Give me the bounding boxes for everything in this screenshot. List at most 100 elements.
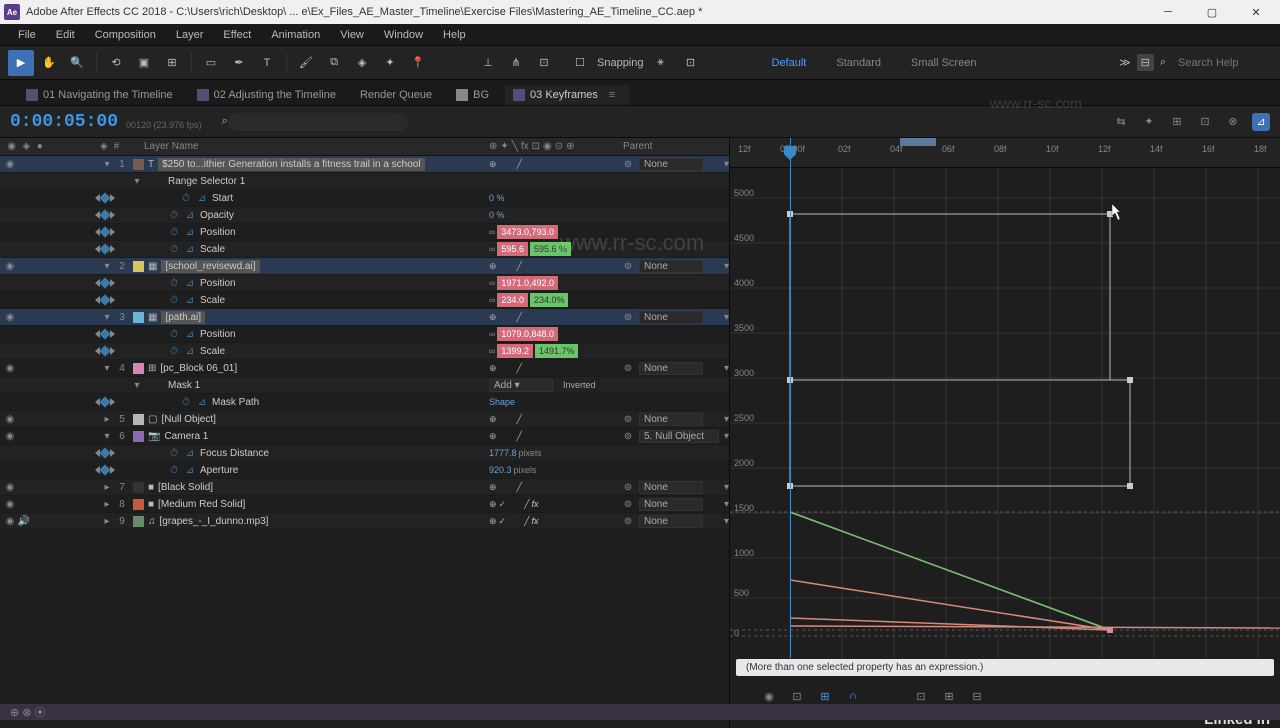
search-help-input[interactable] [1172, 55, 1272, 71]
layer-name-text[interactable]: Position [200, 227, 236, 238]
more-icon[interactable]: ≫ [1119, 56, 1131, 69]
panel-icon[interactable]: ⊟ [1137, 54, 1154, 71]
stopwatch-icon[interactable]: ⏱ [180, 396, 192, 408]
parent-select[interactable]: None [639, 158, 703, 171]
next-keyframe-icon[interactable] [110, 211, 115, 219]
visibility-toggle[interactable]: ◉ [4, 362, 16, 374]
fit-icon[interactable]: ⊡ [912, 687, 930, 705]
timeline-search-input[interactable] [228, 113, 408, 131]
layer-color-swatch[interactable] [133, 482, 144, 493]
next-keyframe-icon[interactable] [110, 279, 115, 287]
graph-toggle-icon[interactable]: ⊿ [184, 294, 196, 306]
puppet-tool[interactable]: 📍 [405, 50, 431, 76]
layer-color-swatch[interactable] [133, 516, 144, 527]
parent-select[interactable]: None [639, 481, 703, 494]
layer-name-header[interactable]: Layer Name [140, 141, 489, 152]
layer-name-text[interactable]: Scale [200, 244, 225, 255]
pickwhip-icon[interactable]: ⊚ [621, 480, 635, 494]
layer-name-text[interactable]: Scale [200, 295, 225, 306]
add-keyframe-icon[interactable] [99, 277, 110, 288]
separate-icon[interactable]: ⊟ [968, 687, 986, 705]
selection-tool[interactable]: ▶ [8, 50, 34, 76]
fit-all-icon[interactable]: ⊞ [940, 687, 958, 705]
next-keyframe-icon[interactable] [110, 228, 115, 236]
auto-zoom-icon[interactable]: ∩ [844, 687, 862, 705]
menu-layer[interactable]: Layer [166, 27, 214, 43]
next-keyframe-icon[interactable] [110, 330, 115, 338]
add-keyframe-icon[interactable] [99, 294, 110, 305]
property-value[interactable]: 0 % [489, 193, 505, 203]
pickwhip-icon[interactable]: ⊚ [621, 429, 635, 443]
graph-canvas[interactable] [730, 168, 1280, 668]
type-tool[interactable]: T [254, 50, 280, 76]
add-keyframe-icon[interactable] [99, 209, 110, 220]
layer-row[interactable]: ◉▾6📷Camera 1⊕╱⊚5. Null Object▾ [0, 428, 729, 445]
layer-row[interactable]: ◉▾4⊞[pc_Block 06_01]⊕╱⊚None▾ [0, 360, 729, 377]
add-keyframe-icon[interactable] [99, 447, 110, 458]
add-keyframe-icon[interactable] [99, 328, 110, 339]
stopwatch-icon[interactable]: ⏱ [180, 192, 192, 204]
layer-color-swatch[interactable] [133, 261, 144, 272]
property-value[interactable]: 234.0% [530, 293, 569, 307]
expand-toggle[interactable]: ▾ [130, 176, 144, 187]
property-row[interactable]: ▾Mask 1Add ▾Inverted [0, 377, 729, 394]
parent-select[interactable]: 5. Null Object [639, 430, 719, 443]
stopwatch-icon[interactable]: ⏱ [168, 447, 180, 459]
property-row[interactable]: ⏱⊿Position∞3473.0,793.0 [0, 224, 729, 241]
layer-name-text[interactable]: Mask Path [212, 397, 259, 408]
menu-composition[interactable]: Composition [85, 27, 166, 43]
close-button[interactable]: ✕ [1244, 3, 1268, 21]
visibility-toggle[interactable]: ◉ [4, 158, 16, 170]
next-keyframe-icon[interactable] [110, 194, 115, 202]
layer-name-text[interactable]: Range Selector 1 [168, 176, 245, 187]
add-keyframe-icon[interactable] [99, 464, 110, 475]
layer-name-text[interactable]: Opacity [200, 210, 234, 221]
property-value[interactable]: 1491.7% [535, 344, 579, 358]
visibility-toggle[interactable]: ◉ [4, 430, 16, 442]
expand-toggle[interactable]: ▾ [100, 312, 114, 323]
pickwhip-icon[interactable]: ⊚ [621, 259, 635, 273]
tab-03-keyframes[interactable]: 03 Keyframes≡ [505, 85, 629, 105]
graph-toggle-icon[interactable]: ⊿ [184, 277, 196, 289]
property-row[interactable]: ⏱⊿Position∞1079.0,848.0 [0, 326, 729, 343]
playhead[interactable] [790, 138, 791, 658]
property-row[interactable]: ⏱⊿Scale∞1399.21491.7% [0, 343, 729, 360]
next-keyframe-icon[interactable] [110, 347, 115, 355]
pickwhip-icon[interactable]: ⊚ [621, 310, 635, 324]
expand-toggle[interactable]: ▾ [130, 380, 144, 391]
layer-color-swatch[interactable] [133, 159, 144, 170]
property-value[interactable]: 595.6 % [530, 242, 571, 256]
rotate-tool[interactable]: ⟲ [103, 50, 129, 76]
zoom-tool[interactable]: 🔍 [64, 50, 90, 76]
menu-help[interactable]: Help [433, 27, 476, 43]
layer-name-text[interactable]: Start [212, 193, 233, 204]
expand-toggle[interactable]: ▸ [100, 482, 114, 493]
snap-icon[interactable]: ⊞ [816, 687, 834, 705]
next-keyframe-icon[interactable] [110, 245, 115, 253]
parent-select[interactable]: None [639, 515, 703, 528]
layer-row[interactable]: ◉▾2▦[school_revisewd.ai]⊕╱⊚None▾ [0, 258, 729, 275]
graph-toggle-icon[interactable]: ⊿ [184, 447, 196, 459]
graph-toggle-icon[interactable]: ⊿ [184, 209, 196, 221]
layer-color-swatch[interactable] [133, 499, 144, 510]
layer-color-swatch[interactable] [133, 414, 144, 425]
shy-icon[interactable]: ✦ [1140, 113, 1158, 131]
pen-tool[interactable]: ✒ [226, 50, 252, 76]
property-row[interactable]: ⏱⊿Start0 % [0, 190, 729, 207]
menu-file[interactable]: File [8, 27, 46, 43]
graph-toggle-icon[interactable]: ⊿ [184, 226, 196, 238]
stopwatch-icon[interactable]: ⏱ [168, 328, 180, 340]
layer-name-text[interactable]: Camera 1 [164, 431, 208, 442]
add-keyframe-icon[interactable] [99, 192, 110, 203]
property-value[interactable]: 234.0 [497, 293, 528, 307]
layer-name-text[interactable]: Mask 1 [168, 380, 200, 391]
layer-name-text[interactable]: [Null Object] [161, 414, 215, 425]
layer-name-text[interactable]: Aperture [200, 465, 238, 476]
layer-color-swatch[interactable] [133, 431, 144, 442]
add-keyframe-icon[interactable] [99, 226, 110, 237]
world-axis-icon[interactable]: ⋔ [503, 50, 529, 76]
snap-option-1[interactable]: ⚹ [648, 50, 674, 76]
layer-row[interactable]: ◉🔊▸9♫[grapes_-_I_dunno.mp3]⊕✓╱fx⊚None▾ [0, 513, 729, 530]
parent-select[interactable]: None [639, 413, 703, 426]
property-row[interactable]: ⏱⊿Focus Distance1777.8 pixels [0, 445, 729, 462]
